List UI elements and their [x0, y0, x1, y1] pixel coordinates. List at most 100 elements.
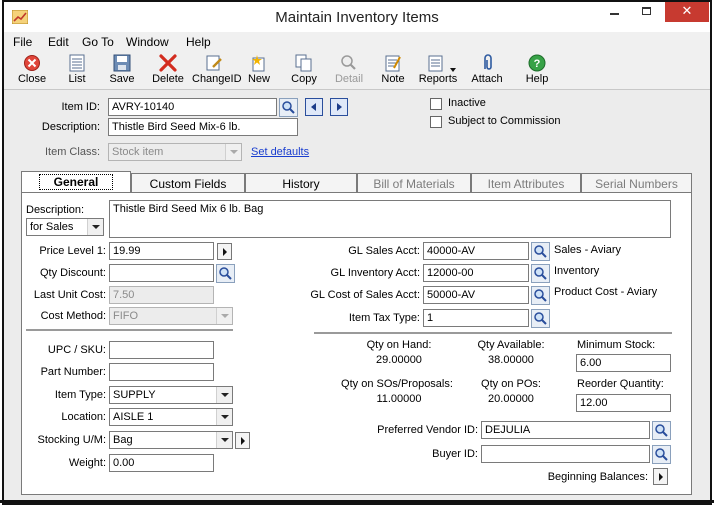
preferred-vendor-field[interactable]: DEJULIA	[481, 421, 650, 439]
menu-help[interactable]: Help	[186, 35, 211, 49]
item-type-label: Item Type:	[54, 389, 106, 401]
bottom-border	[0, 500, 714, 503]
stocking-um-label: Stocking U/M:	[37, 434, 106, 446]
qty-discount-lookup-button[interactable]	[216, 264, 235, 283]
item-class-value: Stock item	[112, 146, 164, 158]
gl-cost-of-sales-field[interactable]: 50000-AV	[423, 286, 529, 304]
tab-serial-numbers[interactable]: Serial Numbers	[581, 173, 692, 193]
magnifier-icon	[219, 267, 232, 280]
description-type-select[interactable]: for Sales	[26, 218, 104, 236]
new-button[interactable]: New	[244, 54, 274, 85]
list-icon	[67, 54, 87, 72]
minimize-button[interactable]	[600, 2, 628, 22]
delete-button[interactable]: Delete	[150, 54, 186, 85]
close-window-button[interactable]: ✕	[665, 2, 709, 22]
buyer-id-label: Buyer ID:	[432, 448, 478, 460]
qty-on-so-label: Qty on SOs/Proposals:	[341, 378, 453, 390]
changeid-label: ChangeID	[192, 73, 242, 85]
long-description-field[interactable]: Thistle Bird Seed Mix 6 lb. Bag	[109, 200, 671, 238]
tab-bill-of-materials[interactable]: Bill of Materials	[357, 173, 471, 193]
item-id-lookup-button[interactable]	[279, 98, 298, 117]
menu-window[interactable]: Window	[126, 35, 169, 49]
reports-dropdown-icon[interactable]	[450, 68, 456, 72]
upc-sku-field[interactable]	[109, 341, 214, 359]
qty-on-so-value: 11.00000	[376, 393, 422, 405]
new-icon	[249, 54, 269, 72]
item-type-select[interactable]: SUPPLY	[109, 386, 233, 404]
qty-on-hand-label: Qty on Hand:	[366, 339, 432, 351]
detail-button[interactable]: Detail	[334, 54, 364, 85]
close-label: Close	[17, 73, 47, 85]
location-select[interactable]: AISLE 1	[109, 408, 233, 426]
arrow-right-icon	[337, 103, 342, 111]
minimum-stock-field[interactable]: 6.00	[576, 354, 671, 372]
set-defaults-link[interactable]: Set defaults	[251, 146, 309, 158]
inactive-checkbox[interactable]	[430, 98, 442, 110]
previous-item-button[interactable]	[305, 98, 323, 116]
description-label: Description:	[41, 121, 100, 133]
cost-method-select[interactable]: FIFO	[109, 307, 233, 325]
magnifier-icon	[655, 424, 668, 437]
maximize-icon	[641, 7, 651, 15]
buyer-id-lookup-button[interactable]	[652, 445, 671, 464]
last-unit-cost-label: Last Unit Cost:	[33, 289, 106, 301]
gl-cost-of-sales-label: GL Cost of Sales Acct:	[310, 289, 420, 301]
close-button[interactable]: Close	[16, 54, 48, 85]
attach-button[interactable]: Attach	[470, 54, 504, 85]
description-field[interactable]: Thistle Bird Seed Mix-6 lb.	[108, 118, 298, 136]
inactive-label: Inactive	[448, 97, 486, 109]
menu-file[interactable]: File	[13, 35, 32, 49]
magnifier-icon	[534, 245, 547, 258]
chevron-down-icon	[216, 308, 232, 324]
changeid-button[interactable]: ChangeID	[192, 54, 242, 85]
weight-field[interactable]: 0.00	[109, 454, 214, 472]
magnifier-icon	[339, 54, 359, 72]
chevron-down-icon	[216, 432, 232, 448]
gl-inventory-lookup-button[interactable]	[531, 264, 550, 283]
help-button[interactable]: ? Help	[522, 54, 552, 85]
copy-button[interactable]: Copy	[290, 54, 318, 85]
stocking-um-arrow-button[interactable]	[235, 432, 250, 449]
gl-cost-of-sales-description: Product Cost - Aviary	[554, 286, 658, 298]
price-level-field[interactable]: 19.99	[109, 242, 214, 260]
item-tax-type-field[interactable]: 1	[423, 309, 529, 327]
menu-goto[interactable]: Go To	[82, 35, 114, 49]
gl-cost-of-sales-lookup-button[interactable]	[531, 286, 550, 305]
item-tax-type-lookup-button[interactable]	[531, 309, 550, 328]
list-button[interactable]: List	[62, 54, 92, 85]
beginning-balances-button[interactable]	[653, 468, 668, 485]
copy-icon	[294, 54, 314, 72]
commission-checkbox[interactable]	[430, 116, 442, 128]
buyer-id-field[interactable]	[481, 445, 650, 463]
stocking-um-value: Bag	[113, 434, 133, 446]
tab-custom-fields[interactable]: Custom Fields	[131, 173, 245, 193]
cost-method-value: FIFO	[113, 310, 139, 322]
tab-item-attributes[interactable]: Item Attributes	[471, 173, 581, 193]
qty-discount-field[interactable]	[109, 264, 214, 282]
reorder-quantity-field[interactable]: 12.00	[576, 394, 671, 412]
item-id-field[interactable]: AVRY-10140	[108, 98, 277, 116]
chevron-down-icon	[216, 409, 232, 425]
preferred-vendor-lookup-button[interactable]	[652, 421, 671, 440]
price-level-arrow-button[interactable]	[217, 243, 232, 260]
maximize-button[interactable]	[632, 2, 660, 22]
save-button[interactable]: Save	[106, 54, 138, 85]
menu-edit[interactable]: Edit	[48, 35, 69, 49]
new-label: New	[247, 73, 270, 85]
next-item-button[interactable]	[330, 98, 348, 116]
item-id-label: Item ID:	[61, 101, 100, 113]
gl-sales-field[interactable]: 40000-AV	[423, 242, 529, 260]
part-number-field[interactable]	[109, 363, 214, 381]
upc-sku-label: UPC / SKU:	[47, 344, 106, 356]
qty-available-label: Qty Available:	[477, 339, 545, 351]
item-class-select[interactable]: Stock item	[108, 143, 242, 161]
beginning-balances-label: Beginning Balances:	[547, 471, 648, 483]
save-icon	[112, 54, 132, 72]
tab-general[interactable]: General	[21, 171, 131, 193]
gl-sales-lookup-button[interactable]	[531, 242, 550, 261]
gl-inventory-field[interactable]: 12000-00	[423, 264, 529, 282]
right-separator	[314, 332, 672, 334]
stocking-um-select[interactable]: Bag	[109, 431, 233, 449]
note-button[interactable]: Note	[380, 54, 406, 85]
tab-history[interactable]: History	[245, 173, 357, 193]
